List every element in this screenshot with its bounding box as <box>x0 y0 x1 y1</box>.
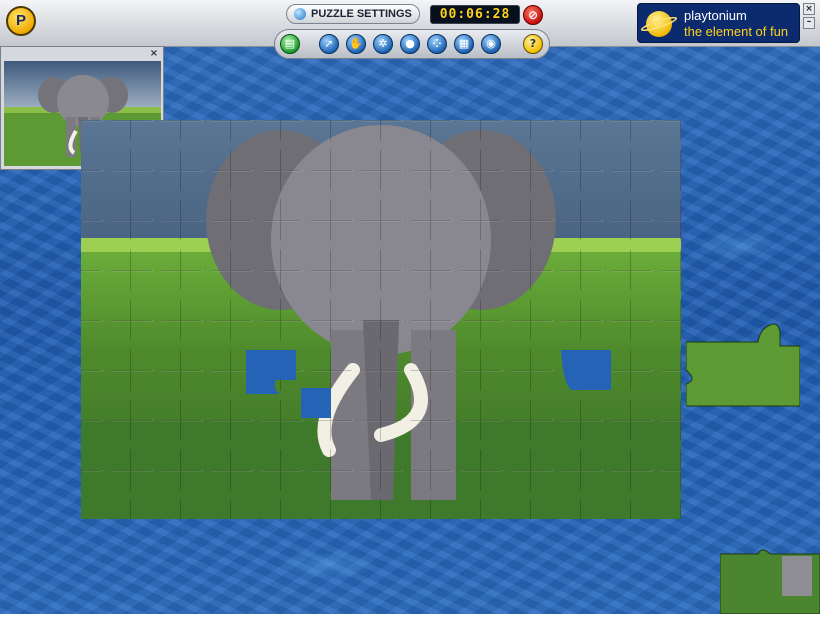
scatter-icon[interactable]: ✲ <box>373 34 393 54</box>
preview-close-button[interactable]: × <box>148 49 160 60</box>
sort-icon[interactable]: ▦ <box>454 34 474 54</box>
settings-dot-icon <box>294 8 306 20</box>
elapsed-timer: 00:06:28 <box>430 5 520 24</box>
pointer-icon[interactable]: ➚ <box>319 34 339 54</box>
puzzle-image-assembled[interactable] <box>81 120 681 519</box>
brand-tagline: the element of fun <box>684 24 789 39</box>
puzzle-settings-label: PUZZLE SETTINGS <box>311 8 412 20</box>
playtonium-logo-icon[interactable]: P <box>6 6 36 36</box>
tool-row: ▤ ➚ ✋ ✲ ● ⁘ ▦ ◉ ? <box>274 29 550 59</box>
ghost-image-icon[interactable]: ◉ <box>481 34 501 54</box>
stop-button[interactable]: ⊘ <box>523 5 543 25</box>
window-close-button[interactable]: × <box>803 3 815 15</box>
shuffle-icon[interactable]: ⁘ <box>427 34 447 54</box>
edge-pieces-icon[interactable]: ● <box>400 34 420 54</box>
playtonium-brand[interactable]: playtonium the element of fun <box>637 3 800 43</box>
help-icon[interactable]: ? <box>523 34 543 54</box>
window-minimize-button[interactable]: – <box>803 17 815 29</box>
loose-puzzle-piece[interactable] <box>685 322 801 413</box>
hand-icon[interactable]: ✋ <box>346 34 366 54</box>
brand-name: playtonium <box>684 8 747 23</box>
save-icon[interactable]: ▤ <box>280 34 300 54</box>
puzzle-settings-button[interactable]: PUZZLE SETTINGS <box>286 4 420 24</box>
loose-puzzle-piece-corner[interactable] <box>719 548 820 619</box>
